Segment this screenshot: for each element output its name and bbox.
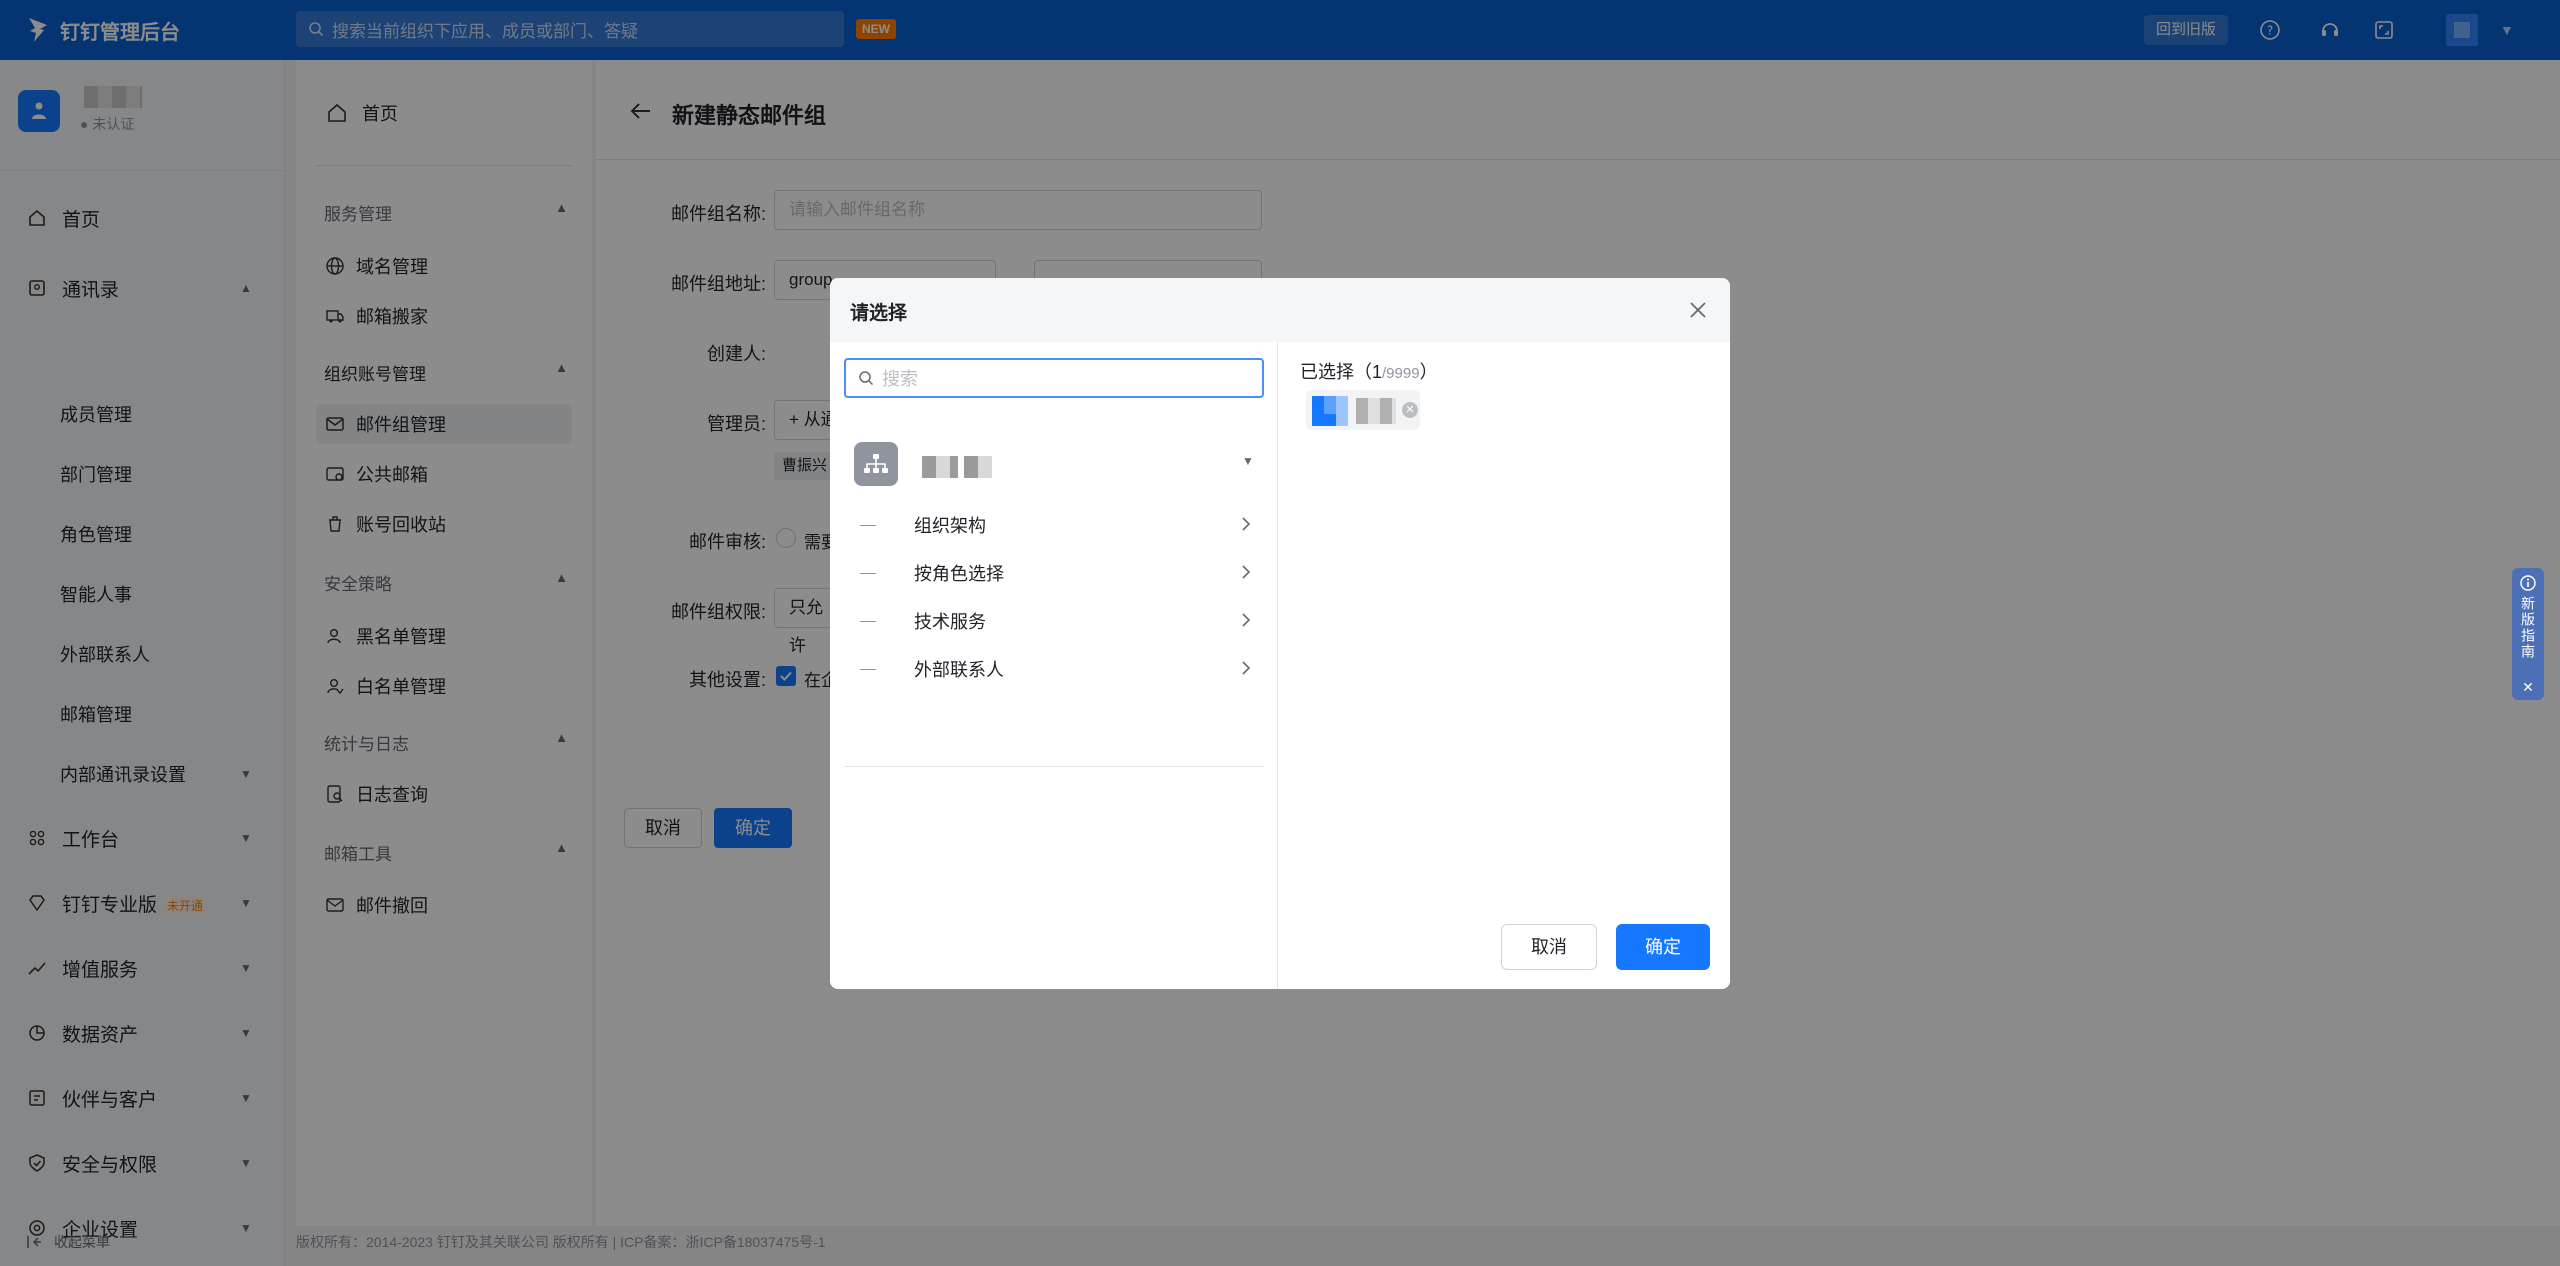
option-tech-service-label: 技术服务: [914, 612, 986, 632]
close-icon[interactable]: [1684, 296, 1712, 324]
org-selector-row[interactable]: ▼: [844, 442, 1264, 488]
selected-label-text: 已选择（: [1300, 362, 1372, 382]
selector-search-placeholder: 搜索: [882, 369, 918, 389]
chevron-right-icon: [1242, 661, 1251, 675]
select-dialog: 请选择 搜索 ▼ 组织架构 按角色选择 技术服务 外部联系人 已选择（1/999…: [830, 278, 1730, 989]
selector-search-input[interactable]: 搜索: [844, 358, 1264, 398]
option-external-contacts[interactable]: 外部联系人: [844, 646, 1264, 692]
selected-user-name-redacted: [1356, 398, 1396, 424]
option-tech-service[interactable]: 技术服务: [844, 598, 1264, 644]
selected-user-chip: ✕: [1306, 390, 1420, 430]
option-by-role-label: 按角色选择: [914, 564, 1004, 584]
chevron-down-icon[interactable]: ▼: [1242, 454, 1254, 468]
dash-icon: [860, 668, 876, 670]
dash-icon: [860, 620, 876, 622]
option-org-structure[interactable]: 组织架构: [844, 502, 1264, 548]
new-version-guide[interactable]: 新版指南 ✕: [2512, 568, 2544, 700]
dialog-confirm-button[interactable]: 确定: [1616, 924, 1710, 970]
selected-max: /9999: [1382, 365, 1420, 382]
dialog-header: 请选择: [830, 278, 1730, 342]
selector-panel: 搜索 ▼ 组织架构 按角色选择 技术服务 外部联系人: [830, 342, 1278, 989]
chevron-right-icon: [1242, 565, 1251, 579]
option-external-contacts-label: 外部联系人: [914, 660, 1004, 680]
guide-label: 新版指南: [2520, 596, 2536, 660]
divider: [844, 766, 1264, 767]
dialog-cancel-button[interactable]: 取消: [1501, 924, 1597, 970]
remove-chip-icon[interactable]: ✕: [1402, 402, 1418, 418]
selected-count-label: 已选择（1/9999）: [1300, 358, 1438, 384]
chevron-right-icon: [1242, 613, 1251, 627]
dash-icon: [860, 524, 876, 526]
info-icon: [2520, 575, 2536, 591]
org-tree-icon: [854, 442, 898, 486]
option-org-structure-label: 组织架构: [914, 516, 986, 536]
close-icon[interactable]: ✕: [2522, 679, 2534, 696]
dialog-title: 请选择: [850, 303, 908, 324]
avatar: [1312, 396, 1348, 426]
org-name-redacted: [922, 456, 992, 478]
search-icon: [859, 371, 874, 386]
chevron-right-icon: [1242, 517, 1251, 531]
dash-icon: [860, 572, 876, 574]
option-by-role[interactable]: 按角色选择: [844, 550, 1264, 596]
selected-count: 1: [1372, 362, 1383, 382]
selected-label-close: ）: [1419, 362, 1438, 382]
